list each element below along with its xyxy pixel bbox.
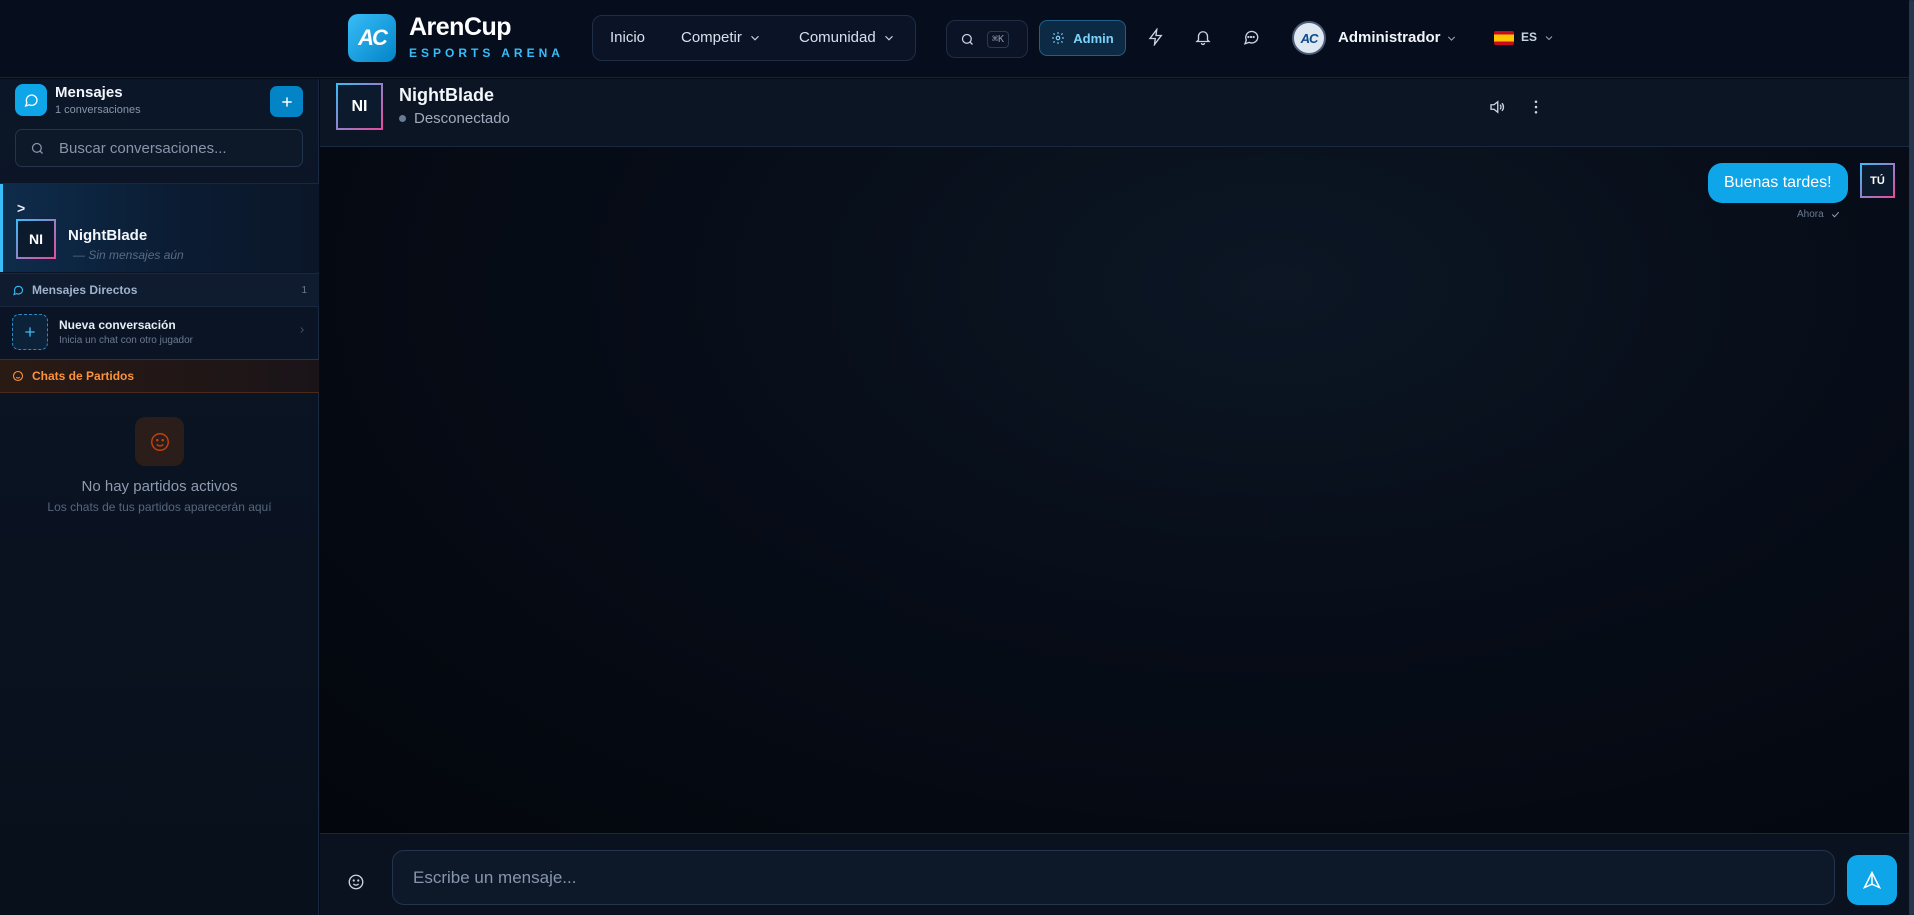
send-icon bbox=[1862, 870, 1882, 890]
section-label: Chats de Partidos bbox=[32, 369, 135, 383]
user-name[interactable]: Administrador bbox=[1338, 29, 1441, 46]
empty-state-title: No hay partidos activos bbox=[81, 478, 238, 495]
spain-flag-icon[interactable] bbox=[1494, 31, 1514, 45]
new-conversation-subtitle: Inicia un chat con otro jugador bbox=[59, 335, 193, 346]
new-conversation-title: Nueva conversación bbox=[59, 318, 176, 332]
plus-icon bbox=[281, 96, 292, 107]
admin-label: Admin bbox=[1073, 30, 1114, 46]
message-thread: Buenas tardes! TÚ Ahora bbox=[320, 147, 1914, 833]
contact-avatar[interactable]: NI bbox=[336, 83, 383, 130]
conversation-preview: — Sin mensajes aún bbox=[73, 248, 184, 262]
global-search-button[interactable]: ⌘K bbox=[946, 20, 1028, 58]
main-nav: Inicio Competir Comunidad bbox=[592, 15, 916, 61]
sender-avatar: TÚ bbox=[1860, 163, 1895, 198]
nav-label: Inicio bbox=[610, 29, 646, 46]
language-selector[interactable]: ES bbox=[1521, 30, 1537, 44]
messages-icon bbox=[15, 84, 47, 116]
nav-competir[interactable]: Competir bbox=[681, 16, 762, 60]
speaker-icon bbox=[1490, 100, 1505, 114]
send-button[interactable] bbox=[1847, 855, 1897, 905]
lightning-icon bbox=[1148, 28, 1163, 46]
messages-button[interactable] bbox=[1240, 26, 1262, 48]
match-chats-section[interactable]: Chats de Partidos bbox=[0, 359, 319, 393]
plus-icon bbox=[12, 314, 48, 350]
message-composer bbox=[320, 833, 1914, 915]
more-options-button[interactable] bbox=[1525, 96, 1547, 118]
emoji-button[interactable] bbox=[346, 872, 366, 892]
section-count: 1 bbox=[301, 284, 307, 296]
smiley-icon bbox=[348, 874, 364, 890]
message-meta: Ahora bbox=[1797, 209, 1841, 220]
scrollbar-thumb[interactable] bbox=[1909, 0, 1914, 915]
empty-state-subtitle: Los chats de tus partidos aparecerán aqu… bbox=[47, 500, 272, 514]
section-label: Mensajes Directos bbox=[32, 283, 138, 297]
conversation-name: NightBlade bbox=[68, 227, 148, 244]
brand-logo[interactable]: AC bbox=[348, 14, 396, 62]
admin-button[interactable]: Admin bbox=[1039, 20, 1126, 56]
sidebar-title: Mensajes bbox=[55, 84, 123, 101]
message-input[interactable] bbox=[392, 850, 1835, 905]
user-avatar[interactable]: AC bbox=[1292, 21, 1326, 55]
contact-name[interactable]: NightBlade bbox=[399, 85, 494, 106]
chat-header: NI NightBlade Desconectado bbox=[320, 79, 1914, 147]
conversations-sidebar: Mensajes 1 conversaciones > NI NightBlad… bbox=[0, 79, 319, 915]
gear-icon bbox=[1052, 32, 1065, 44]
conversation-search bbox=[15, 129, 303, 167]
top-navbar: AC ArenCup ESPORTS ARENA Inicio Competir… bbox=[0, 0, 1914, 78]
chevron-down-icon bbox=[884, 35, 893, 41]
conversation-count: 1 conversaciones bbox=[55, 104, 141, 116]
search-input[interactable] bbox=[59, 139, 289, 157]
chevron-down-icon bbox=[750, 35, 759, 41]
nav-label: Competir bbox=[681, 29, 742, 46]
nav-inicio[interactable]: Inicio bbox=[610, 16, 645, 60]
search-icon bbox=[31, 142, 43, 154]
kebab-menu-icon bbox=[1534, 100, 1538, 114]
status-dot bbox=[399, 115, 406, 122]
search-icon bbox=[961, 33, 973, 45]
chevron-right-icon bbox=[300, 327, 304, 333]
sound-toggle-button[interactable] bbox=[1486, 96, 1508, 118]
contact-status: Desconectado bbox=[399, 110, 510, 127]
chat-bubble-icon bbox=[13, 285, 24, 296]
smiley-icon bbox=[135, 417, 184, 466]
status-label: Desconectado bbox=[414, 110, 510, 127]
avatar: NI bbox=[16, 219, 56, 259]
message-time: Ahora bbox=[1797, 209, 1824, 220]
chevron-down-icon[interactable] bbox=[1543, 32, 1555, 44]
active-indicator: > bbox=[17, 200, 26, 216]
nav-label: Comunidad bbox=[799, 29, 876, 46]
keyboard-shortcut: ⌘K bbox=[987, 30, 1010, 48]
new-conversation-item[interactable]: Nueva conversación Inicia un chat con ot… bbox=[0, 307, 319, 361]
notifications-button[interactable] bbox=[1192, 26, 1214, 48]
message-bubble[interactable]: Buenas tardes! bbox=[1708, 163, 1848, 203]
direct-messages-section[interactable]: Mensajes Directos 1 bbox=[0, 273, 319, 307]
smiley-icon bbox=[12, 370, 24, 382]
new-conversation-button[interactable] bbox=[270, 86, 303, 117]
brand-subtitle: ESPORTS ARENA bbox=[409, 46, 564, 60]
checkmark-icon bbox=[1831, 211, 1839, 218]
bell-icon bbox=[1195, 31, 1211, 46]
chat-bubble-icon bbox=[1243, 30, 1259, 45]
chevron-down-icon[interactable] bbox=[1445, 32, 1458, 45]
nav-comunidad[interactable]: Comunidad bbox=[799, 16, 896, 60]
activity-button[interactable] bbox=[1145, 26, 1167, 48]
brand-name[interactable]: ArenCup bbox=[409, 13, 512, 42]
conversation-item-nightblade[interactable]: > NI NightBlade — Sin mensajes aún bbox=[0, 184, 319, 272]
